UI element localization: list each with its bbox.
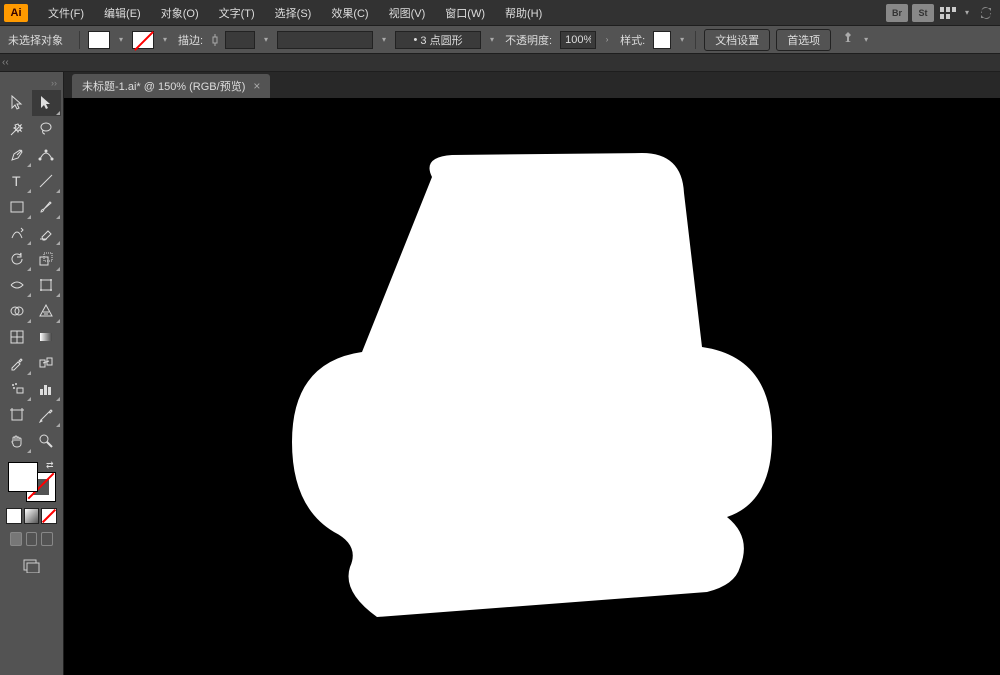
style-label: 样式: <box>618 32 647 48</box>
stroke-label: 描边: <box>176 32 205 48</box>
close-tab-icon[interactable]: × <box>253 79 260 93</box>
tools-panel: ›› T <box>0 72 64 675</box>
opacity-label: 不透明度: <box>503 32 554 48</box>
menu-file[interactable]: 文件(F) <box>38 1 94 25</box>
selection-tool[interactable] <box>2 90 32 116</box>
canvas[interactable] <box>64 98 1000 675</box>
color-mode-gradient[interactable] <box>24 508 40 524</box>
app-logo: Ai <box>4 4 28 22</box>
magic-wand-tool[interactable] <box>2 116 32 142</box>
pin-icon[interactable] <box>841 31 855 48</box>
opacity-input[interactable] <box>560 31 596 49</box>
menu-effect[interactable]: 效果(C) <box>321 1 378 25</box>
slice-tool[interactable] <box>32 402 62 428</box>
draw-inside[interactable] <box>41 532 53 546</box>
sync-icon[interactable] <box>976 4 996 22</box>
zoom-tool[interactable] <box>32 428 62 454</box>
eyedropper-tool[interactable] <box>2 350 32 376</box>
shape-builder-tool[interactable] <box>2 298 32 324</box>
style-arrow[interactable]: ▾ <box>677 32 687 48</box>
column-graph-tool[interactable] <box>32 376 62 402</box>
menubar: Ai 文件(F) 编辑(E) 对象(O) 文字(T) 选择(S) 效果(C) 视… <box>0 0 1000 26</box>
perspective-tool[interactable] <box>32 298 62 324</box>
paintbrush-tool[interactable] <box>32 194 62 220</box>
color-mode-none[interactable] <box>41 508 57 524</box>
free-transform-tool[interactable] <box>32 272 62 298</box>
menu-help[interactable]: 帮助(H) <box>495 1 552 25</box>
fill-dropdown[interactable]: ▾ <box>116 32 126 48</box>
brush-profile[interactable]: • 3 点圆形 <box>395 31 481 49</box>
vwidth-arrow[interactable]: ▾ <box>379 32 389 48</box>
stroke-weight-input[interactable] <box>225 31 255 49</box>
shaper-tool[interactable] <box>2 220 32 246</box>
preferences-button[interactable]: 首选项 <box>776 29 831 51</box>
brush-profile-label: 3 点圆形 <box>420 32 462 48</box>
stroke-dropdown[interactable]: ▾ <box>160 32 170 48</box>
rectangle-tool[interactable] <box>2 194 32 220</box>
artwork-shape <box>272 147 792 627</box>
lasso-tool[interactable] <box>32 116 62 142</box>
rotate-tool[interactable] <box>2 246 32 272</box>
menu-view[interactable]: 视图(V) <box>379 1 436 25</box>
arrange-docs-icon[interactable] <box>938 4 958 22</box>
swap-colors-icon[interactable]: ⇄ <box>46 460 54 471</box>
direct-selection-tool[interactable] <box>32 90 62 116</box>
screen-mode-button[interactable] <box>20 556 44 576</box>
panel-collapse-bar[interactable]: ‹‹ <box>0 54 1000 72</box>
variable-width-dropdown[interactable] <box>277 31 373 49</box>
optionsbar: 未选择对象 ▾ ▾ 描边: ▾ ▾ • 3 点圆形 ▾ 不透明度: › 样式: … <box>0 26 1000 54</box>
selection-status: 未选择对象 <box>8 32 71 48</box>
menu-select[interactable]: 选择(S) <box>265 1 322 25</box>
document-area: 未标题-1.ai* @ 150% (RGB/预览) × <box>64 72 1000 675</box>
profile-arrow[interactable]: ▾ <box>487 32 497 48</box>
stroke-swatch[interactable] <box>132 31 154 49</box>
link-icon <box>211 34 219 46</box>
menu-text[interactable]: 文字(T) <box>209 1 265 25</box>
stock-icon[interactable]: St <box>912 4 934 22</box>
svg-text:T: T <box>12 173 21 189</box>
menu-window[interactable]: 窗口(W) <box>435 1 495 25</box>
symbol-sprayer-tool[interactable] <box>2 376 32 402</box>
curvature-tool[interactable] <box>32 142 62 168</box>
scale-tool[interactable] <box>32 246 62 272</box>
doc-setup-button[interactable]: 文档设置 <box>704 29 770 51</box>
bridge-icon[interactable]: Br <box>886 4 908 22</box>
hand-tool[interactable] <box>2 428 32 454</box>
fill-color[interactable] <box>8 462 38 492</box>
stroke-weight-dropdown[interactable]: ▾ <box>261 32 271 48</box>
collapse-icon: ‹‹ <box>2 57 9 68</box>
draw-behind[interactable] <box>26 532 38 546</box>
fill-swatch[interactable] <box>88 31 110 49</box>
draw-normal[interactable] <box>10 532 22 546</box>
mesh-tool[interactable] <box>2 324 32 350</box>
opacity-arrow[interactable]: › <box>602 32 612 48</box>
eraser-tool[interactable] <box>32 220 62 246</box>
gradient-tool[interactable] <box>32 324 62 350</box>
style-swatch[interactable] <box>653 31 671 49</box>
document-tab-title: 未标题-1.ai* @ 150% (RGB/预览) <box>82 78 245 94</box>
fill-stroke-swatches[interactable]: ⇄ <box>8 462 56 502</box>
menu-object[interactable]: 对象(O) <box>151 1 209 25</box>
blend-tool[interactable] <box>32 350 62 376</box>
menu-edit[interactable]: 编辑(E) <box>94 1 151 25</box>
tools-header[interactable]: ›› <box>2 76 61 90</box>
color-mode-solid[interactable] <box>6 508 22 524</box>
document-tabs: 未标题-1.ai* @ 150% (RGB/预览) × <box>64 72 1000 98</box>
document-tab[interactable]: 未标题-1.ai* @ 150% (RGB/预览) × <box>72 74 270 98</box>
line-tool[interactable] <box>32 168 62 194</box>
arrange-dropdown[interactable]: ▾ <box>962 5 972 21</box>
pin-arrow[interactable]: ▾ <box>861 32 871 48</box>
type-tool[interactable]: T <box>2 168 32 194</box>
artboard-tool[interactable] <box>2 402 32 428</box>
width-tool[interactable] <box>2 272 32 298</box>
pen-tool[interactable] <box>2 142 32 168</box>
